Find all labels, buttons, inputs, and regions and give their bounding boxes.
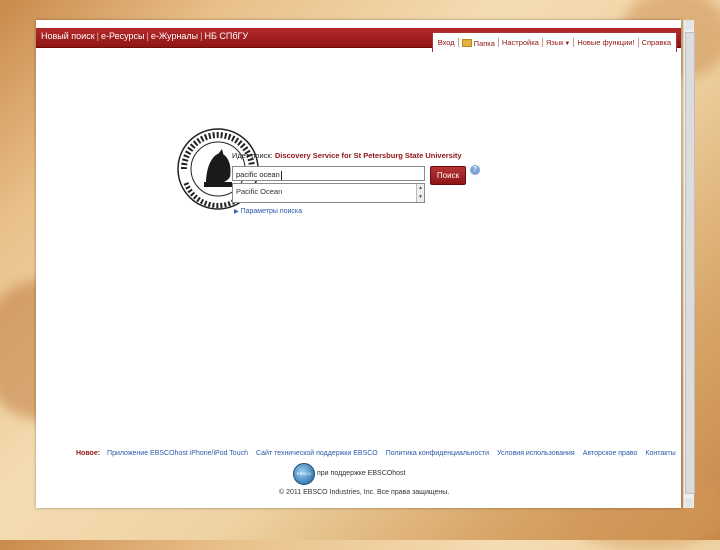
autocomplete-scrollbar[interactable]: ▲ ▼ — [416, 184, 424, 202]
toolbar: Вход Папка Настройка Язык▼ Новые функции… — [431, 32, 677, 52]
scroll-up-button[interactable] — [685, 20, 693, 30]
nav-e-resources[interactable]: e-Ресурсы — [99, 31, 147, 41]
new-features-link[interactable]: Новые функции! — [574, 38, 637, 47]
footer-link-contact[interactable]: Контакты — [641, 450, 679, 457]
footer-link-privacy[interactable]: Политика конфиденциальности — [382, 450, 493, 457]
scroll-up-arrow-icon[interactable]: ▲ — [417, 184, 424, 193]
page-scrollbar[interactable] — [683, 20, 695, 508]
language-label: Язык — [545, 38, 564, 47]
top-navigation-bar: Новый поиск | e-Ресурсы | e-Журналы | НБ… — [36, 28, 681, 52]
ebsco-logo: EBSCO — [293, 463, 315, 485]
searching-prefix: Идет поиск: — [232, 151, 273, 160]
help-icon[interactable]: ? — [470, 165, 480, 175]
triangle-right-icon: ▶ — [234, 209, 239, 215]
search-header: Идет поиск: Discovery Service for St Pet… — [232, 151, 492, 160]
footer-link-iphone-app[interactable]: Приложение EBSCOhost iPhone/iPod Touch — [103, 450, 252, 457]
main-nav: Новый поиск | e-Ресурсы | e-Журналы | НБ… — [39, 31, 250, 41]
scrollbar-thumb[interactable] — [685, 32, 695, 494]
help-link[interactable]: Справка — [639, 38, 674, 47]
searching-line: Идет поиск: Discovery Service for St Pet… — [232, 151, 492, 160]
search-input[interactable]: pacific ocean — [232, 166, 425, 181]
copyright-text: © 2011 EBSCO Industries, Inc. Все права … — [279, 489, 450, 496]
new-label: Новое: — [76, 449, 101, 457]
chevron-down-icon: ▼ — [564, 41, 571, 47]
search-options-label: Параметры поиска — [240, 208, 303, 215]
folder-icon — [461, 38, 472, 47]
folder-label: Папка — [473, 38, 495, 48]
footer-link-terms[interactable]: Условия использования — [493, 450, 579, 457]
search-query-text: pacific ocean — [236, 170, 280, 179]
text-cursor — [280, 170, 282, 180]
folder-link[interactable]: Папка — [459, 38, 498, 48]
nav-new-search[interactable]: Новый поиск — [39, 31, 97, 41]
scroll-down-button[interactable] — [685, 498, 693, 508]
browser-page: Новый поиск | e-Ресурсы | e-Журналы | НБ… — [36, 20, 681, 508]
nav-library[interactable]: НБ СПбГУ — [202, 31, 250, 41]
autocomplete-suggestion[interactable]: Pacific Ocean — [233, 184, 424, 196]
preferences-link[interactable]: Настройка — [499, 38, 542, 47]
ebsco-logo-mark: EBSCO — [296, 471, 311, 476]
search-button[interactable]: Поиск — [430, 166, 466, 185]
search-profile-name: Discovery Service for St Petersburg Stat… — [274, 151, 462, 160]
language-dropdown[interactable]: Язык▼ — [543, 38, 573, 47]
autocomplete-dropdown: Pacific Ocean ▲ ▼ — [232, 183, 425, 203]
nav-e-journals[interactable]: e-Журналы — [149, 31, 200, 41]
footer-link-copyright[interactable]: Авторское право — [579, 450, 642, 457]
sign-in-link[interactable]: Вход — [435, 38, 458, 47]
search-options-link[interactable]: ▶ Параметры поиска — [234, 208, 302, 215]
footer-link-support[interactable]: Сайт технической поддержки EBSCO — [252, 450, 382, 457]
footer-links: Новое: Приложение EBSCOhost iPhone/iPod … — [76, 449, 676, 457]
scroll-down-arrow-icon[interactable]: ▼ — [417, 193, 424, 202]
powered-by-text: при поддержке EBSCOhost — [317, 470, 406, 477]
